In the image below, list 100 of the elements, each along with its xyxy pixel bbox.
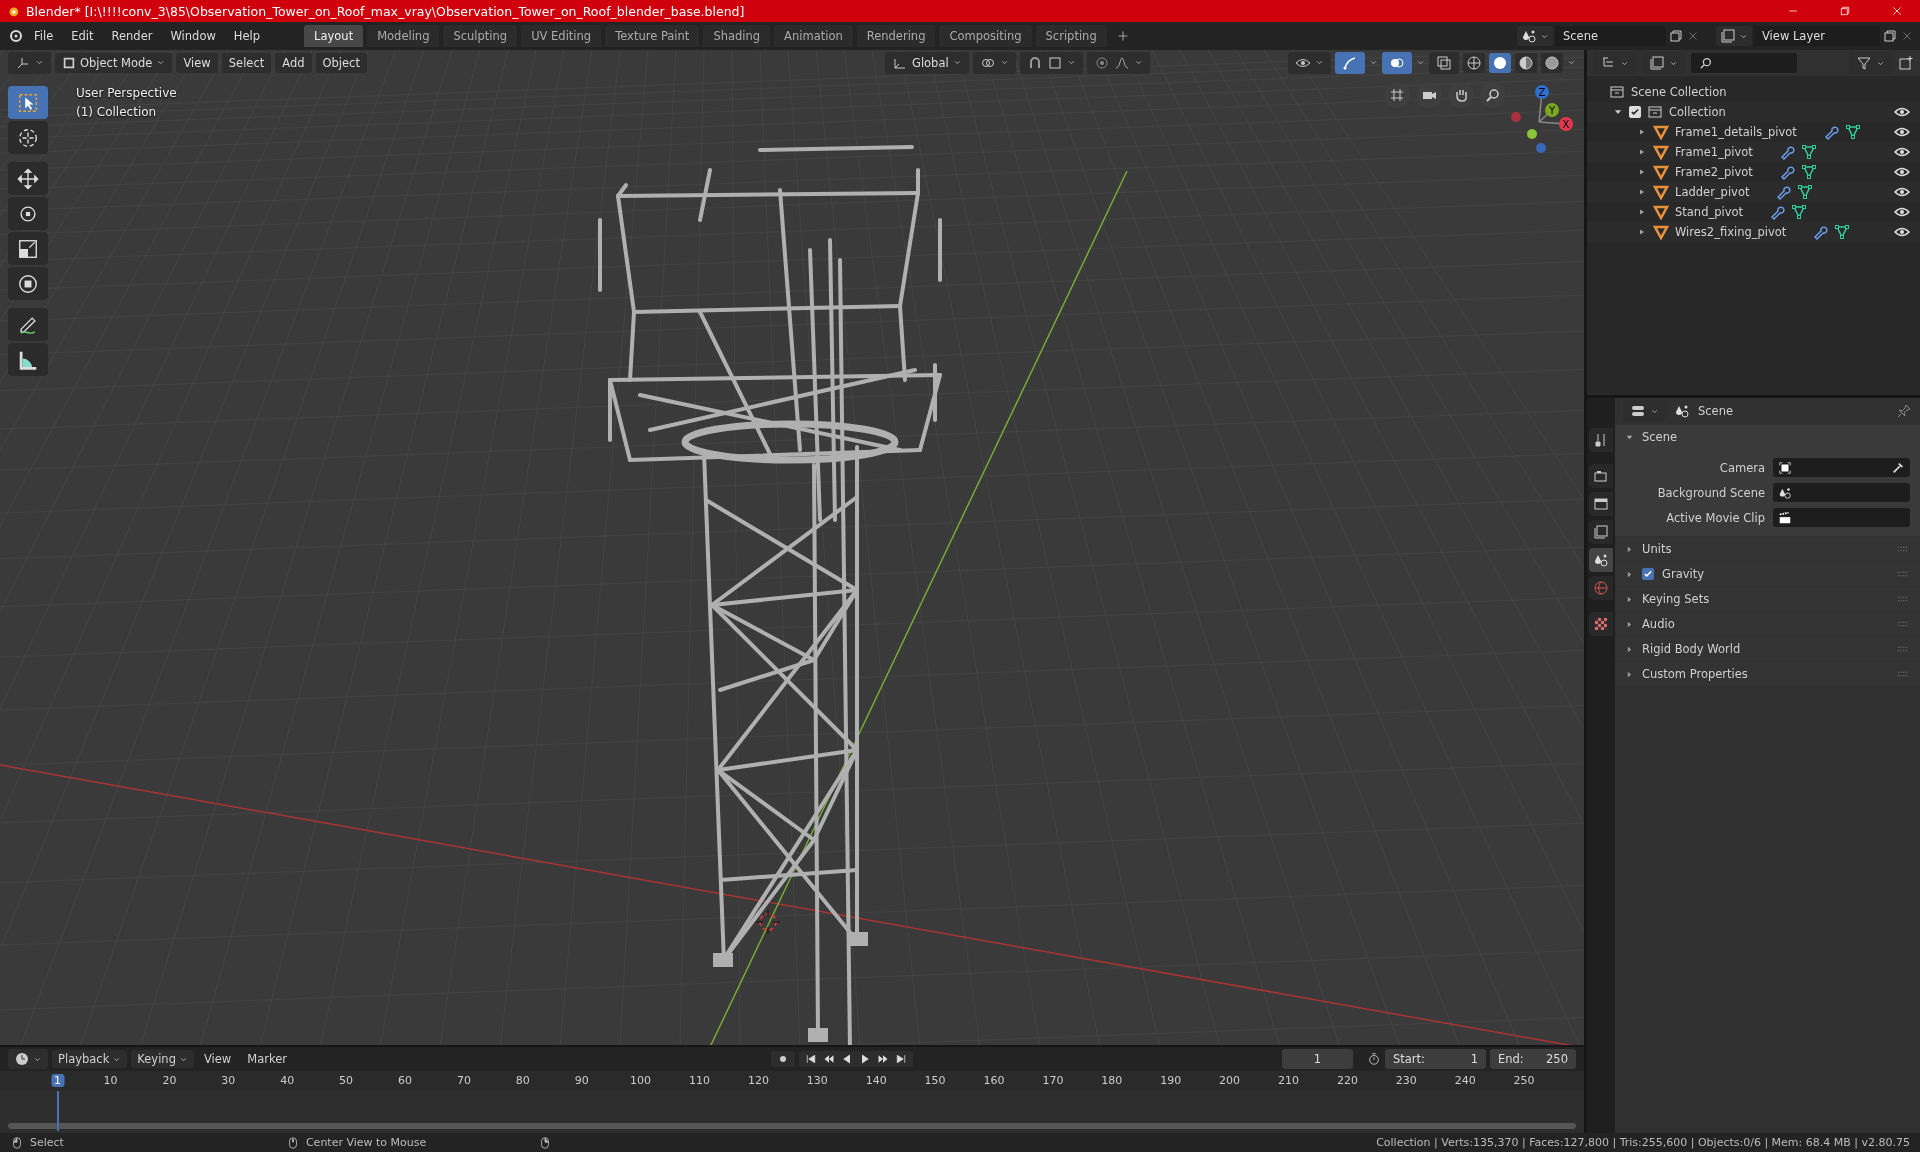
menu-item[interactable]: Edit [63,25,102,47]
workspace-tab[interactable]: Sculpting [443,25,518,47]
panel-header[interactable]: Scene [1615,425,1920,449]
workspace-tab[interactable]: Layout [304,25,364,47]
record-button[interactable] [771,1051,795,1068]
jump-start-icon[interactable] [805,1053,817,1066]
stopwatch-icon[interactable] [1367,1052,1381,1067]
navigation-gizmo[interactable]: Z Y X [1504,82,1574,162]
outliner-item[interactable]: Scene Collection [1631,85,1727,99]
tool-button[interactable] [8,267,48,300]
wrench-icon[interactable] [1778,164,1795,180]
end-frame-field[interactable]: End: 250 [1490,1049,1576,1070]
xray-button[interactable] [1429,51,1459,74]
shading-mode-button[interactable] [1463,52,1485,73]
current-frame-field[interactable]: 1 [1282,1049,1353,1070]
workspace-tab[interactable]: UV Editing [521,25,602,47]
tool-button[interactable] [8,197,48,230]
outliner-item[interactable]: Frame2_pivot [1675,165,1753,179]
shading-mode-button[interactable] [1489,52,1511,73]
data-field[interactable] [1773,483,1910,502]
tool-button[interactable] [8,162,48,195]
mesh-data-icon[interactable] [1800,164,1817,180]
checkbox[interactable] [1642,568,1654,580]
previous-keyframe-icon[interactable] [823,1053,835,1066]
workspace-tab[interactable]: Compositing [939,25,1032,47]
menu-item[interactable]: Object [315,52,367,73]
pan-button[interactable] [1448,82,1474,108]
wrench-icon[interactable] [1812,224,1829,240]
outliner-item[interactable]: Frame1_pivot [1675,145,1753,159]
mesh-data-icon[interactable] [1844,124,1861,140]
menu-item[interactable]: Window [162,25,224,47]
play-icon[interactable] [859,1053,871,1066]
jump-end-icon[interactable] [895,1053,907,1066]
properties-tab[interactable] [1589,492,1613,516]
view-layer-selector[interactable] [1716,26,1752,46]
menu-item[interactable]: Add [275,52,312,73]
camera-view-button[interactable] [1416,82,1442,108]
properties-tab[interactable] [1589,548,1613,572]
scene-field[interactable]: Scene [1555,26,1666,46]
wrench-icon[interactable] [1769,204,1786,220]
outliner-item[interactable]: Ladder_pivot [1675,185,1750,199]
workspace-tab[interactable]: Texture Paint [605,25,700,47]
wrench-icon[interactable] [1822,124,1839,140]
data-field[interactable] [1773,508,1910,527]
menu-item[interactable]: File [26,25,62,47]
start-frame-field[interactable]: Start: 1 [1385,1049,1486,1070]
workspace-tab[interactable]: Shading [703,25,771,47]
zoom-button[interactable] [1480,82,1506,108]
menu-item[interactable]: Marker [241,1050,293,1069]
pivot-dropdown[interactable] [972,51,1016,74]
new-collection-icon[interactable] [1898,55,1914,71]
menu-item[interactable]: Render [103,25,161,47]
outliner-item[interactable]: Frame1_details_pivot [1675,125,1797,139]
search-field[interactable] [1691,53,1797,73]
overlay-toggle-button[interactable] [1382,51,1412,74]
outliner-item[interactable]: Wires2_fixing_pivot [1675,225,1787,239]
workspace-tab[interactable]: Modeling [367,25,440,47]
menu-item[interactable]: View [197,1050,238,1069]
scrollbar[interactable] [8,1123,1576,1129]
wrench-icon[interactable] [1775,184,1792,200]
shading-mode-button[interactable] [1515,52,1537,73]
tool-button[interactable] [8,343,48,376]
tool-button[interactable] [8,308,48,341]
scene-selector[interactable] [1517,26,1553,46]
visibility-button[interactable] [1288,51,1331,74]
workspace-tab[interactable]: Rendering [856,25,936,47]
menu-item[interactable]: Keying [131,1050,194,1069]
editor-type-button[interactable] [8,1049,48,1070]
menu-item[interactable]: View [176,52,218,73]
grid-view-button[interactable] [1384,82,1410,108]
gizmo-toggle-button[interactable] [1335,51,1365,74]
workspace-tab[interactable]: Scripting [1035,25,1107,47]
properties-tab[interactable] [1589,464,1613,488]
mesh-data-icon[interactable] [1797,184,1814,200]
tool-button[interactable] [8,86,48,119]
eyedropper-icon[interactable] [1891,460,1905,475]
workspace-tab[interactable]: Animation [774,25,853,47]
mesh-data-icon[interactable] [1834,224,1851,240]
shading-mode-button[interactable] [1541,52,1563,73]
wrench-icon[interactable] [1778,144,1795,160]
outliner-item[interactable]: Stand_pivot [1675,205,1744,219]
data-field[interactable] [1773,458,1910,477]
tool-button[interactable] [8,121,48,154]
mode-dropdown[interactable]: Object Mode [55,52,173,73]
copy-icon[interactable] [1882,28,1898,44]
mesh-data-icon[interactable] [1800,144,1817,160]
orientation-dropdown[interactable]: Global [884,51,969,74]
menu-item[interactable]: Playback [52,1050,128,1069]
proportional-edit-button[interactable] [1086,51,1150,74]
checkbox[interactable] [1629,106,1641,118]
copy-icon[interactable] [1668,28,1684,44]
outliner-item[interactable]: Collection [1669,105,1726,119]
mesh-data-icon[interactable] [1791,204,1808,220]
snap-button[interactable] [1019,51,1083,74]
view-layer-field[interactable]: View Layer [1754,26,1880,46]
pin-icon[interactable] [1896,403,1912,419]
play-reverse-icon[interactable] [841,1053,853,1066]
tool-button[interactable] [8,232,48,265]
properties-tab[interactable] [1589,612,1613,636]
properties-tab[interactable] [1589,428,1613,452]
